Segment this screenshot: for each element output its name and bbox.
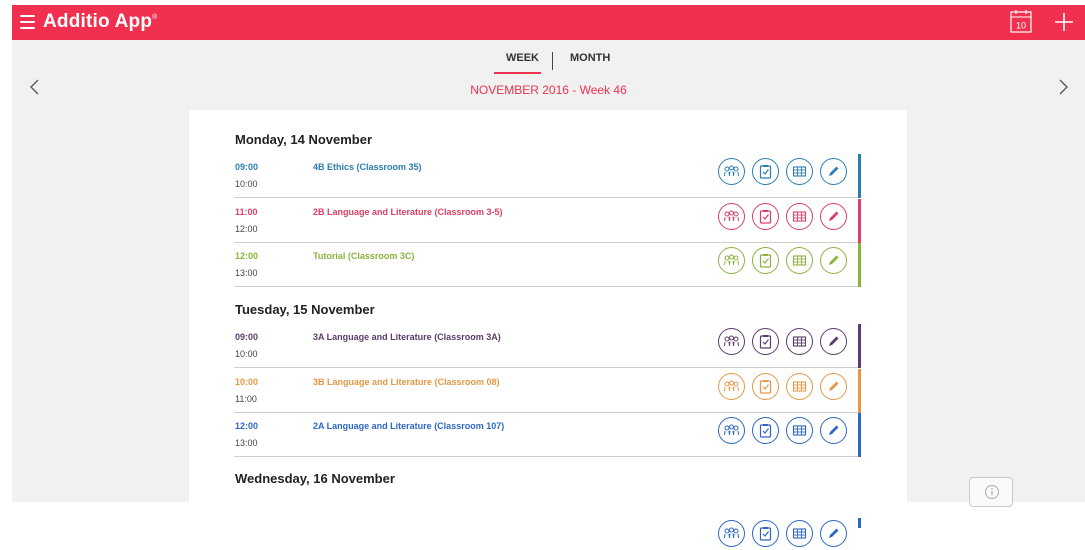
tab-divider <box>552 52 553 70</box>
gradebook-icon[interactable] <box>786 372 813 400</box>
students-icon[interactable] <box>718 247 745 274</box>
gradebook-icon[interactable] <box>786 520 813 547</box>
session-row[interactable]: 11:00 12:00 2B Language and Literature (Cl… <box>234 198 861 243</box>
day-heading: Wednesday, 16 November <box>235 471 395 486</box>
edit-icon[interactable] <box>820 520 847 547</box>
tab-month[interactable]: MONTH <box>570 52 610 64</box>
students-icon[interactable] <box>718 158 745 185</box>
gradebook-icon[interactable] <box>786 202 813 230</box>
session-color-bar <box>858 413 861 457</box>
session-subject[interactable]: 2B Language and Literature (Classroom 3-… <box>313 207 503 217</box>
app-header: Additio App® 10 <box>12 5 1085 40</box>
session-color-bar <box>858 198 861 243</box>
edit-icon[interactable] <box>820 417 847 444</box>
session-row[interactable]: 09:00 10:00 3A Language and Literature (Cl… <box>234 324 861 368</box>
attendance-icon[interactable] <box>752 520 779 547</box>
schedule-card: Monday, 14 November 09:00 10:00 4B Ethics (… <box>189 110 907 547</box>
attendance-icon[interactable] <box>752 202 779 230</box>
app-title: Additio App® <box>43 11 158 32</box>
gradebook-icon[interactable] <box>786 158 813 185</box>
attendance-icon[interactable] <box>752 417 779 444</box>
students-icon[interactable] <box>718 202 745 230</box>
attendance-icon[interactable] <box>752 372 779 400</box>
attendance-icon[interactable] <box>752 247 779 274</box>
menu-icon[interactable] <box>20 15 35 29</box>
students-icon[interactable] <box>718 372 745 400</box>
session-subject[interactable]: 3B Language and Literature (Classroom 08… <box>313 377 500 387</box>
session-start-time: 12:00 <box>235 421 259 431</box>
add-icon[interactable] <box>1053 11 1075 33</box>
attendance-icon[interactable] <box>752 328 779 355</box>
edit-icon[interactable] <box>820 247 847 274</box>
svg-text:10: 10 <box>1016 21 1026 31</box>
session-color-bar <box>858 324 861 368</box>
session-row[interactable]: 10:00 11:00 3B Language and Literature (Cl… <box>234 368 861 413</box>
week-title: NOVEMBER 2016 - Week 46 <box>470 83 627 97</box>
students-icon[interactable] <box>718 417 745 444</box>
edit-icon[interactable] <box>820 158 847 185</box>
session-row[interactable]: 12:00 13:00 2A Language and Literature (Cl… <box>234 413 861 457</box>
session-row[interactable]: 09:00 10:00 4B Ethics (Classroom 35) <box>234 154 861 198</box>
session-start-time: 10:00 <box>235 376 259 387</box>
session-row[interactable]: 12:00 13:00 Tutorial (Classroom 3C) <box>234 243 861 287</box>
session-subject[interactable]: 2A Language and Literature (Classroom 10… <box>313 421 504 431</box>
active-tab-indicator <box>494 72 541 74</box>
session-subject[interactable]: 4B Ethics (Classroom 35) <box>313 162 422 172</box>
gradebook-icon[interactable] <box>786 417 813 444</box>
session-subject[interactable]: 3A Language and Literature (Classroom 3A… <box>313 332 501 342</box>
session-start-time: 12:00 <box>235 251 259 261</box>
students-icon[interactable] <box>718 520 745 547</box>
edit-icon[interactable] <box>820 202 847 230</box>
tab-week[interactable]: WEEK <box>506 52 539 64</box>
row-divider <box>234 286 858 287</box>
session-end-time: 10:00 <box>235 349 258 359</box>
info-button[interactable] <box>969 477 1013 507</box>
session-color-bar <box>858 518 861 528</box>
session-end-time: 13:00 <box>235 438 258 448</box>
gradebook-icon[interactable] <box>786 328 813 355</box>
row-divider <box>234 456 858 457</box>
view-tabs: WEEK MONTH <box>494 48 624 74</box>
session-end-time: 11:00 <box>235 393 257 404</box>
content-area: WEEK MONTH NOVEMBER 2016 - Week 46 Monda… <box>12 40 1085 547</box>
session-end-time: 13:00 <box>235 268 258 278</box>
session-row[interactable] <box>234 494 861 547</box>
session-end-time: 10:00 <box>235 179 258 189</box>
session-color-bar <box>858 243 861 287</box>
session-start-time: 11:00 <box>235 206 258 217</box>
students-icon[interactable] <box>718 328 745 355</box>
gradebook-icon[interactable] <box>786 247 813 274</box>
attendance-icon[interactable] <box>752 158 779 185</box>
session-end-time: 12:00 <box>235 223 258 234</box>
day-heading: Tuesday, 15 November <box>235 302 375 317</box>
next-week-icon[interactable] <box>1056 77 1070 97</box>
edit-icon[interactable] <box>820 372 847 400</box>
calendar-today-icon[interactable]: 10 <box>1010 9 1032 33</box>
session-start-time: 09:00 <box>235 162 259 172</box>
session-color-bar <box>858 154 861 198</box>
session-color-bar <box>858 368 861 413</box>
session-subject[interactable]: Tutorial (Classroom 3C) <box>313 251 414 261</box>
session-start-time: 09:00 <box>235 332 259 342</box>
edit-icon[interactable] <box>820 328 847 355</box>
info-icon <box>985 485 999 499</box>
day-heading: Monday, 14 November <box>235 132 373 147</box>
